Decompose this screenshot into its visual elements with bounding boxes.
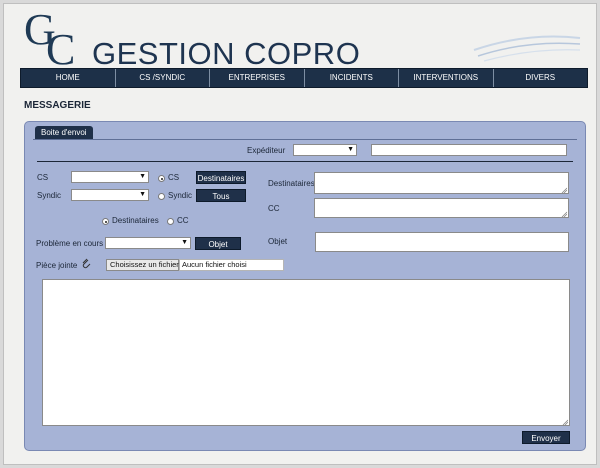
cc-label: CC [268, 204, 280, 213]
message-panel: Boite d'envoi Expéditeur ▼ CS ▼ Syndic ▼… [24, 121, 586, 451]
radio-cs-label: CS [168, 173, 180, 182]
choose-file-button[interactable]: Choisissez un fichier [106, 259, 179, 271]
nav-divers[interactable]: DIVERS [494, 69, 588, 87]
destinataires-textarea[interactable] [314, 172, 569, 194]
cs-select[interactable]: ▼ [71, 171, 149, 183]
objet-button[interactable]: Objet [195, 237, 241, 250]
probleme-select[interactable]: ▼ [105, 237, 191, 249]
expediteur-text-input[interactable] [371, 144, 567, 156]
radio-syndic[interactable] [158, 193, 165, 200]
brand-title: GESTION COPRO [92, 36, 361, 71]
nav-home[interactable]: HOME [21, 69, 116, 87]
tous-button[interactable]: Tous [196, 189, 246, 202]
tab-boite-envoi[interactable]: Boite d'envoi [35, 126, 93, 139]
chevron-down-icon: ▼ [181, 239, 188, 246]
expediteur-select[interactable]: ▼ [293, 144, 357, 156]
nav-cs-syndic[interactable]: CS /SYNDIC [116, 69, 210, 87]
main-nav: HOME CS /SYNDIC ENTREPRISES INCIDENTS IN… [20, 68, 588, 88]
nav-entreprises[interactable]: ENTREPRISES [210, 69, 305, 87]
logo-letter-c: C [46, 25, 76, 74]
objet-input[interactable] [315, 232, 569, 252]
app-frame: G C GESTION COPRO HOME CS /SYNDIC ENTREP… [3, 3, 597, 465]
nav-interventions[interactable]: INTERVENTIONS [399, 69, 494, 87]
expediteur-label: Expéditeur [247, 146, 286, 155]
chevron-down-icon: ▼ [347, 146, 354, 153]
tab-underline [33, 139, 577, 140]
destinataires-label: Destinataires [268, 179, 315, 188]
nav-incidents[interactable]: INCIDENTS [305, 69, 399, 87]
radio-destinataires-label: Destinataires [112, 216, 159, 225]
chevron-down-icon: ▼ [139, 173, 146, 180]
envoyer-button[interactable]: Envoyer [522, 431, 570, 444]
destinataires-button[interactable]: Destinataires [196, 171, 246, 184]
probleme-label: Problème en cours [36, 239, 104, 248]
page-title: MESSAGERIE [24, 100, 91, 111]
piece-jointe-label: Pièce jointe [36, 261, 78, 270]
radio-cc-label: CC [177, 216, 189, 225]
radio-destinataires[interactable] [102, 218, 109, 225]
resize-grip-icon[interactable] [562, 419, 568, 425]
radio-syndic-label: Syndic [168, 191, 193, 200]
file-name-display: Aucun fichier choisi [179, 259, 284, 271]
section-divider [37, 161, 573, 162]
radio-cc[interactable] [167, 218, 174, 225]
cc-textarea[interactable] [314, 198, 569, 218]
cs-label: CS [37, 173, 49, 182]
radio-cs[interactable] [158, 175, 165, 182]
swoosh-decoration-icon [473, 35, 581, 62]
logo: G C [24, 8, 80, 74]
resize-grip-icon[interactable] [561, 187, 567, 193]
paperclip-icon [82, 258, 91, 269]
resize-grip-icon[interactable] [561, 211, 567, 217]
objet-label: Objet [268, 237, 288, 246]
message-body-textarea[interactable] [42, 279, 570, 426]
syndic-select[interactable]: ▼ [71, 189, 149, 201]
syndic-label: Syndic [37, 191, 62, 200]
chevron-down-icon: ▼ [139, 191, 146, 198]
